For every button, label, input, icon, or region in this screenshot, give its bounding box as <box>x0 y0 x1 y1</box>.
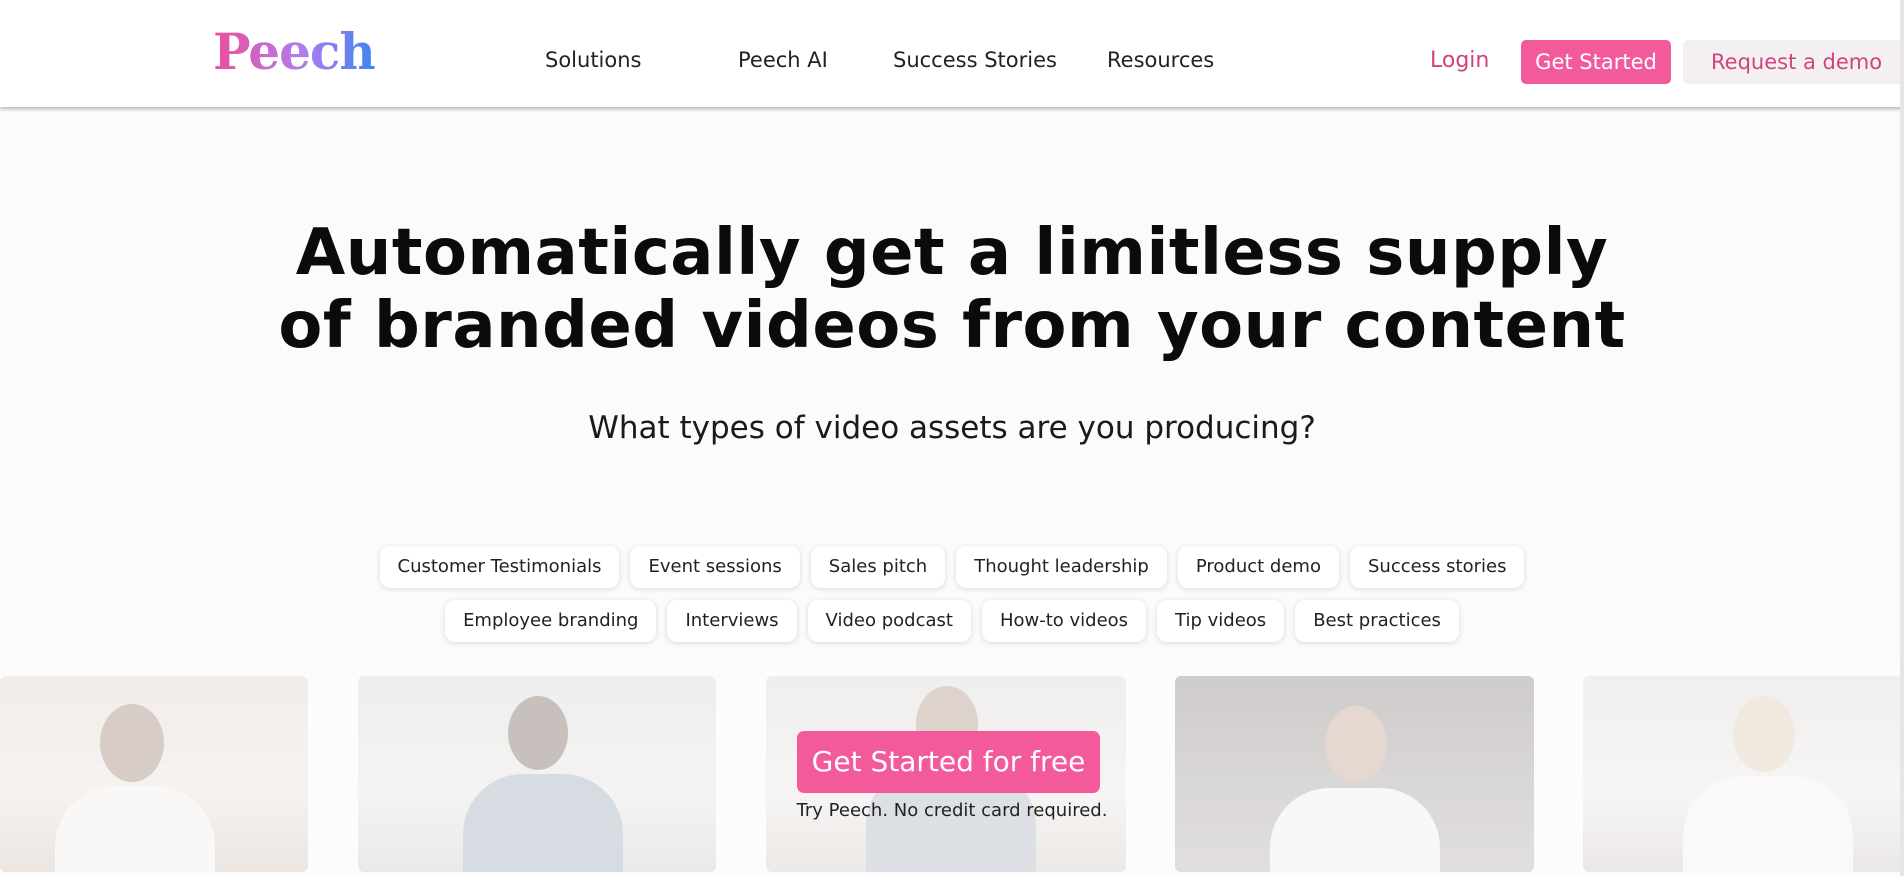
chip-thought-leadership[interactable]: Thought leadership <box>956 546 1167 588</box>
chip-how-to-videos[interactable]: How-to videos <box>981 600 1147 642</box>
chip-tip-videos[interactable]: Tip videos <box>1157 600 1285 642</box>
request-demo-button[interactable]: Request a demo <box>1683 40 1904 84</box>
video-type-chips-row-2: Employee branding Interviews Video podca… <box>0 600 1904 642</box>
hero-subtitle: What types of video assets are you produ… <box>588 410 1316 446</box>
chip-success-stories[interactable]: Success stories <box>1349 546 1525 588</box>
nav-success-stories[interactable]: Success Stories <box>893 48 1057 72</box>
video-thumbnail-5 <box>1583 676 1904 872</box>
chip-employee-branding[interactable]: Employee branding <box>445 600 657 642</box>
get-started-button[interactable]: Get Started <box>1521 40 1671 84</box>
hero-title-line-1: Automatically get a limitless supply <box>295 216 1609 290</box>
chip-event-sessions[interactable]: Event sessions <box>630 546 800 588</box>
get-started-free-button[interactable]: Get Started for free <box>797 731 1100 793</box>
video-thumbnail-2 <box>358 676 716 872</box>
chip-best-practices[interactable]: Best practices <box>1295 600 1459 642</box>
video-type-chips-row-1: Customer Testimonials Event sessions Sal… <box>0 546 1904 588</box>
chip-interviews[interactable]: Interviews <box>667 600 797 642</box>
nav-solutions[interactable]: Solutions <box>545 48 642 72</box>
chip-customer-testimonials[interactable]: Customer Testimonials <box>379 546 620 588</box>
cta-note: Try Peech. No credit card required. <box>796 800 1108 821</box>
chip-product-demo[interactable]: Product demo <box>1177 546 1339 588</box>
video-thumbnail-4 <box>1175 676 1534 872</box>
peech-logo[interactable]: Peech <box>213 22 376 81</box>
hero-title-line-2: of branded videos from your content <box>278 289 1626 363</box>
hero-title: Automatically get a limitless supply of … <box>0 217 1904 363</box>
chip-sales-pitch[interactable]: Sales pitch <box>810 546 946 588</box>
chip-video-podcast[interactable]: Video podcast <box>807 600 971 642</box>
nav-resources[interactable]: Resources <box>1107 48 1214 72</box>
page-scrollbar[interactable] <box>1900 0 1904 876</box>
nav-peech-ai[interactable]: Peech AI <box>738 48 828 72</box>
site-header: Peech Solutions Peech AI Success Stories… <box>0 0 1904 107</box>
video-thumbnail-1 <box>0 676 308 872</box>
login-link[interactable]: Login <box>1430 48 1489 73</box>
